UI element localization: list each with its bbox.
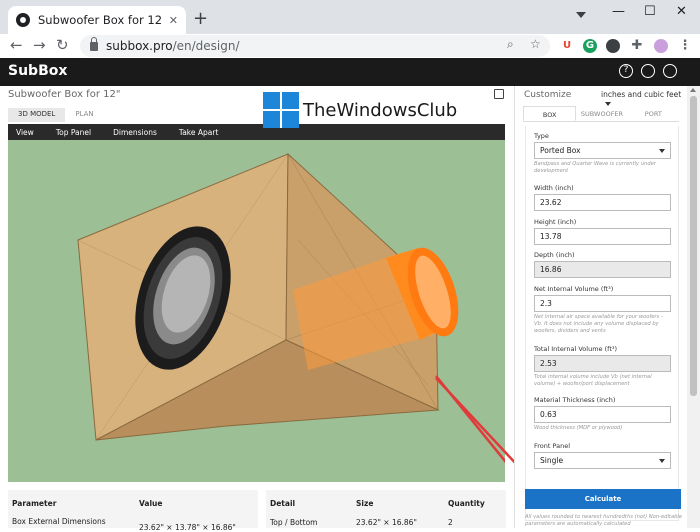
height-label: Height (inch) — [534, 218, 577, 226]
scroll-thumb[interactable] — [690, 96, 697, 396]
front-panel-label: Front Panel — [534, 442, 571, 450]
net-volume-input[interactable]: 2.3 — [534, 295, 671, 312]
width-label: Width (inch) — [534, 184, 574, 192]
type-hint: Bandpass and Quarter Wave is currently u… — [534, 161, 656, 174]
tab-subwoofer[interactable]: SUBWOOFER — [576, 106, 627, 121]
customize-panel: Customize inches and cubic feet BOX SUBW… — [514, 86, 686, 528]
width-input[interactable]: 23.62 — [534, 194, 671, 211]
total-volume-hint: Total internal volume include Vb (net in… — [534, 374, 652, 387]
depth-input: 16.86 — [534, 261, 671, 278]
scroll-up-arrow-icon[interactable] — [690, 88, 696, 92]
material-thickness-input[interactable]: 0.63 — [534, 406, 671, 423]
height-input[interactable]: 13.78 — [534, 228, 671, 245]
net-volume-label: Net Internal Volume (ft³) — [534, 285, 614, 293]
total-volume-label: Total Internal Volume (ft³) — [534, 345, 618, 353]
tab-port[interactable]: PORT — [628, 106, 679, 121]
material-thickness-label: Material Thickness (inch) — [534, 396, 616, 404]
total-volume-input: 2.53 — [534, 355, 671, 372]
material-thickness-hint: Wood thickness (MDF or plywood) — [534, 425, 623, 431]
front-panel-select[interactable]: Single — [534, 452, 671, 469]
type-select[interactable]: Ported Box — [534, 142, 671, 159]
type-label: Type — [534, 132, 549, 140]
rounding-note: All values rounded to nearest hundredths… — [525, 514, 683, 527]
depth-label: Depth (inch) — [534, 251, 575, 259]
customize-tabs: BOX SUBWOOFER PORT — [523, 106, 679, 122]
customize-title: Customize — [524, 90, 572, 100]
box-form: Type Ported Box Bandpass and Quarter Wav… — [525, 126, 679, 521]
calculate-button[interactable]: Calculate — [525, 489, 681, 509]
tab-box[interactable]: BOX — [523, 106, 577, 121]
page-scrollbar[interactable] — [687, 86, 700, 528]
net-volume-hint: Net internal air space available for you… — [534, 314, 663, 334]
